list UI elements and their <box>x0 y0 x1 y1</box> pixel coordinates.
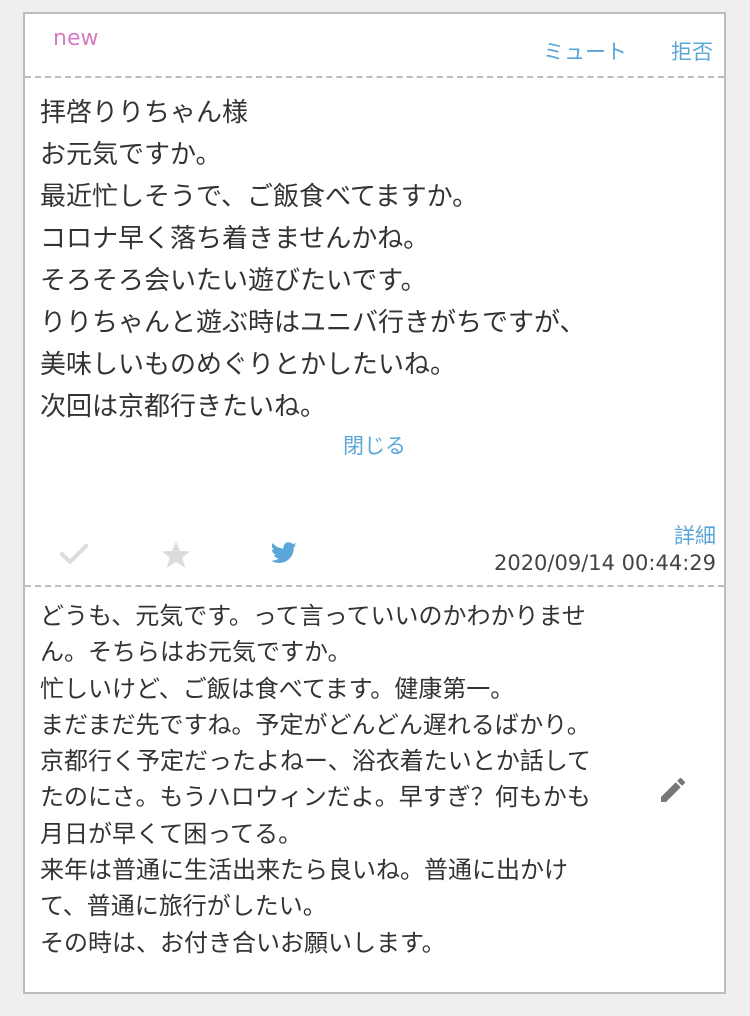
detail-link[interactable]: 詳細 <box>674 520 716 550</box>
header-divider <box>25 76 724 78</box>
mute-button[interactable]: ミュート <box>543 36 627 66</box>
timestamp: 2020/09/14 00:44:29 <box>493 551 716 575</box>
reply-message: どうも、元気です。って言っていいのかわかりません。そちらはお元気ですか。 忙しい… <box>40 602 592 957</box>
received-message: 拝啓りりちゃん様 お元気ですか。 最近忙しそうで、ご飯食べてますか。 コロナ早く… <box>40 98 586 422</box>
new-badge: new <box>53 26 99 51</box>
twitter-icon[interactable] <box>270 542 297 568</box>
close-link[interactable]: 閉じる <box>343 430 406 460</box>
check-icon[interactable] <box>59 542 89 570</box>
reply-divider <box>25 585 724 587</box>
star-icon[interactable] <box>159 539 193 575</box>
pencil-icon[interactable] <box>657 774 689 810</box>
reject-button[interactable]: 拒否 <box>671 36 713 66</box>
message-card: new ミュート 拒否 拝啓りりちゃん様 お元気ですか。 最近忙しそうで、ご飯食… <box>23 12 726 994</box>
